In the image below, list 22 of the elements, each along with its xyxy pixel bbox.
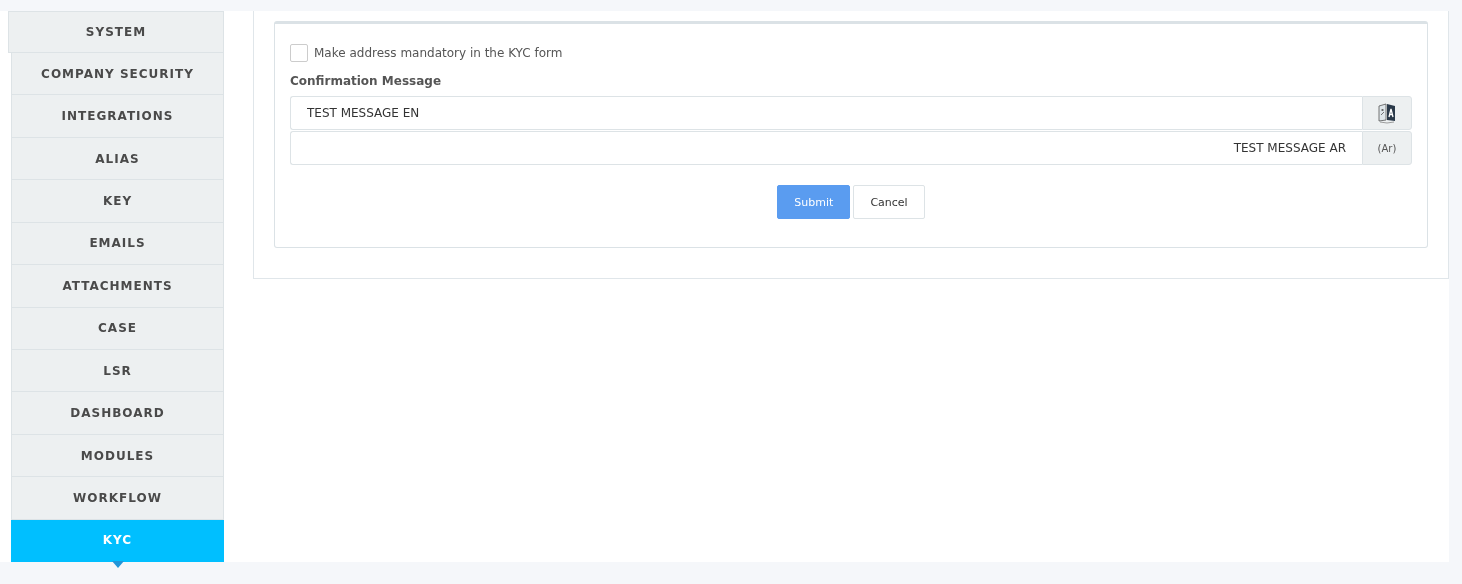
sidebar-item[interactable]: MODULES — [11, 434, 224, 478]
checkbox[interactable] — [290, 44, 308, 62]
checkbox-label: Make address mandatory in the KYC form — [314, 46, 563, 60]
sidebar-item[interactable]: KEY — [11, 180, 224, 223]
sidebar-header[interactable]: SYSTEM — [8, 11, 224, 53]
translate-icon — [1377, 102, 1397, 124]
input-field[interactable]: TEST MESSAGE AR — [290, 131, 1362, 165]
cancel-button[interactable]: Cancel — [853, 185, 925, 219]
sidebar-item[interactable]: COMPANY SECURITY — [11, 53, 224, 96]
sidebar-item[interactable]: LSR — [11, 349, 224, 393]
field-label: Confirmation Message — [290, 74, 442, 88]
sidebar-item[interactable]: ALIAS — [11, 137, 224, 181]
sidebar-item[interactable]: DASHBOARD — [11, 392, 224, 435]
sidebar-item[interactable]: WORKFLOW — [11, 477, 224, 520]
input-field[interactable]: TEST MESSAGE EN — [290, 96, 1362, 130]
language-addon: (Ar) — [1362, 131, 1412, 165]
sidebar-item[interactable]: EMAILS — [11, 222, 224, 266]
sidebar-item[interactable]: INTEGRATIONS — [11, 95, 224, 138]
sidebar-item[interactable]: ATTACHMENTS — [11, 265, 224, 308]
sidebar-item[interactable]: CASE — [11, 307, 224, 350]
pointer-icon — [111, 561, 124, 569]
translate-addon[interactable] — [1362, 96, 1412, 130]
